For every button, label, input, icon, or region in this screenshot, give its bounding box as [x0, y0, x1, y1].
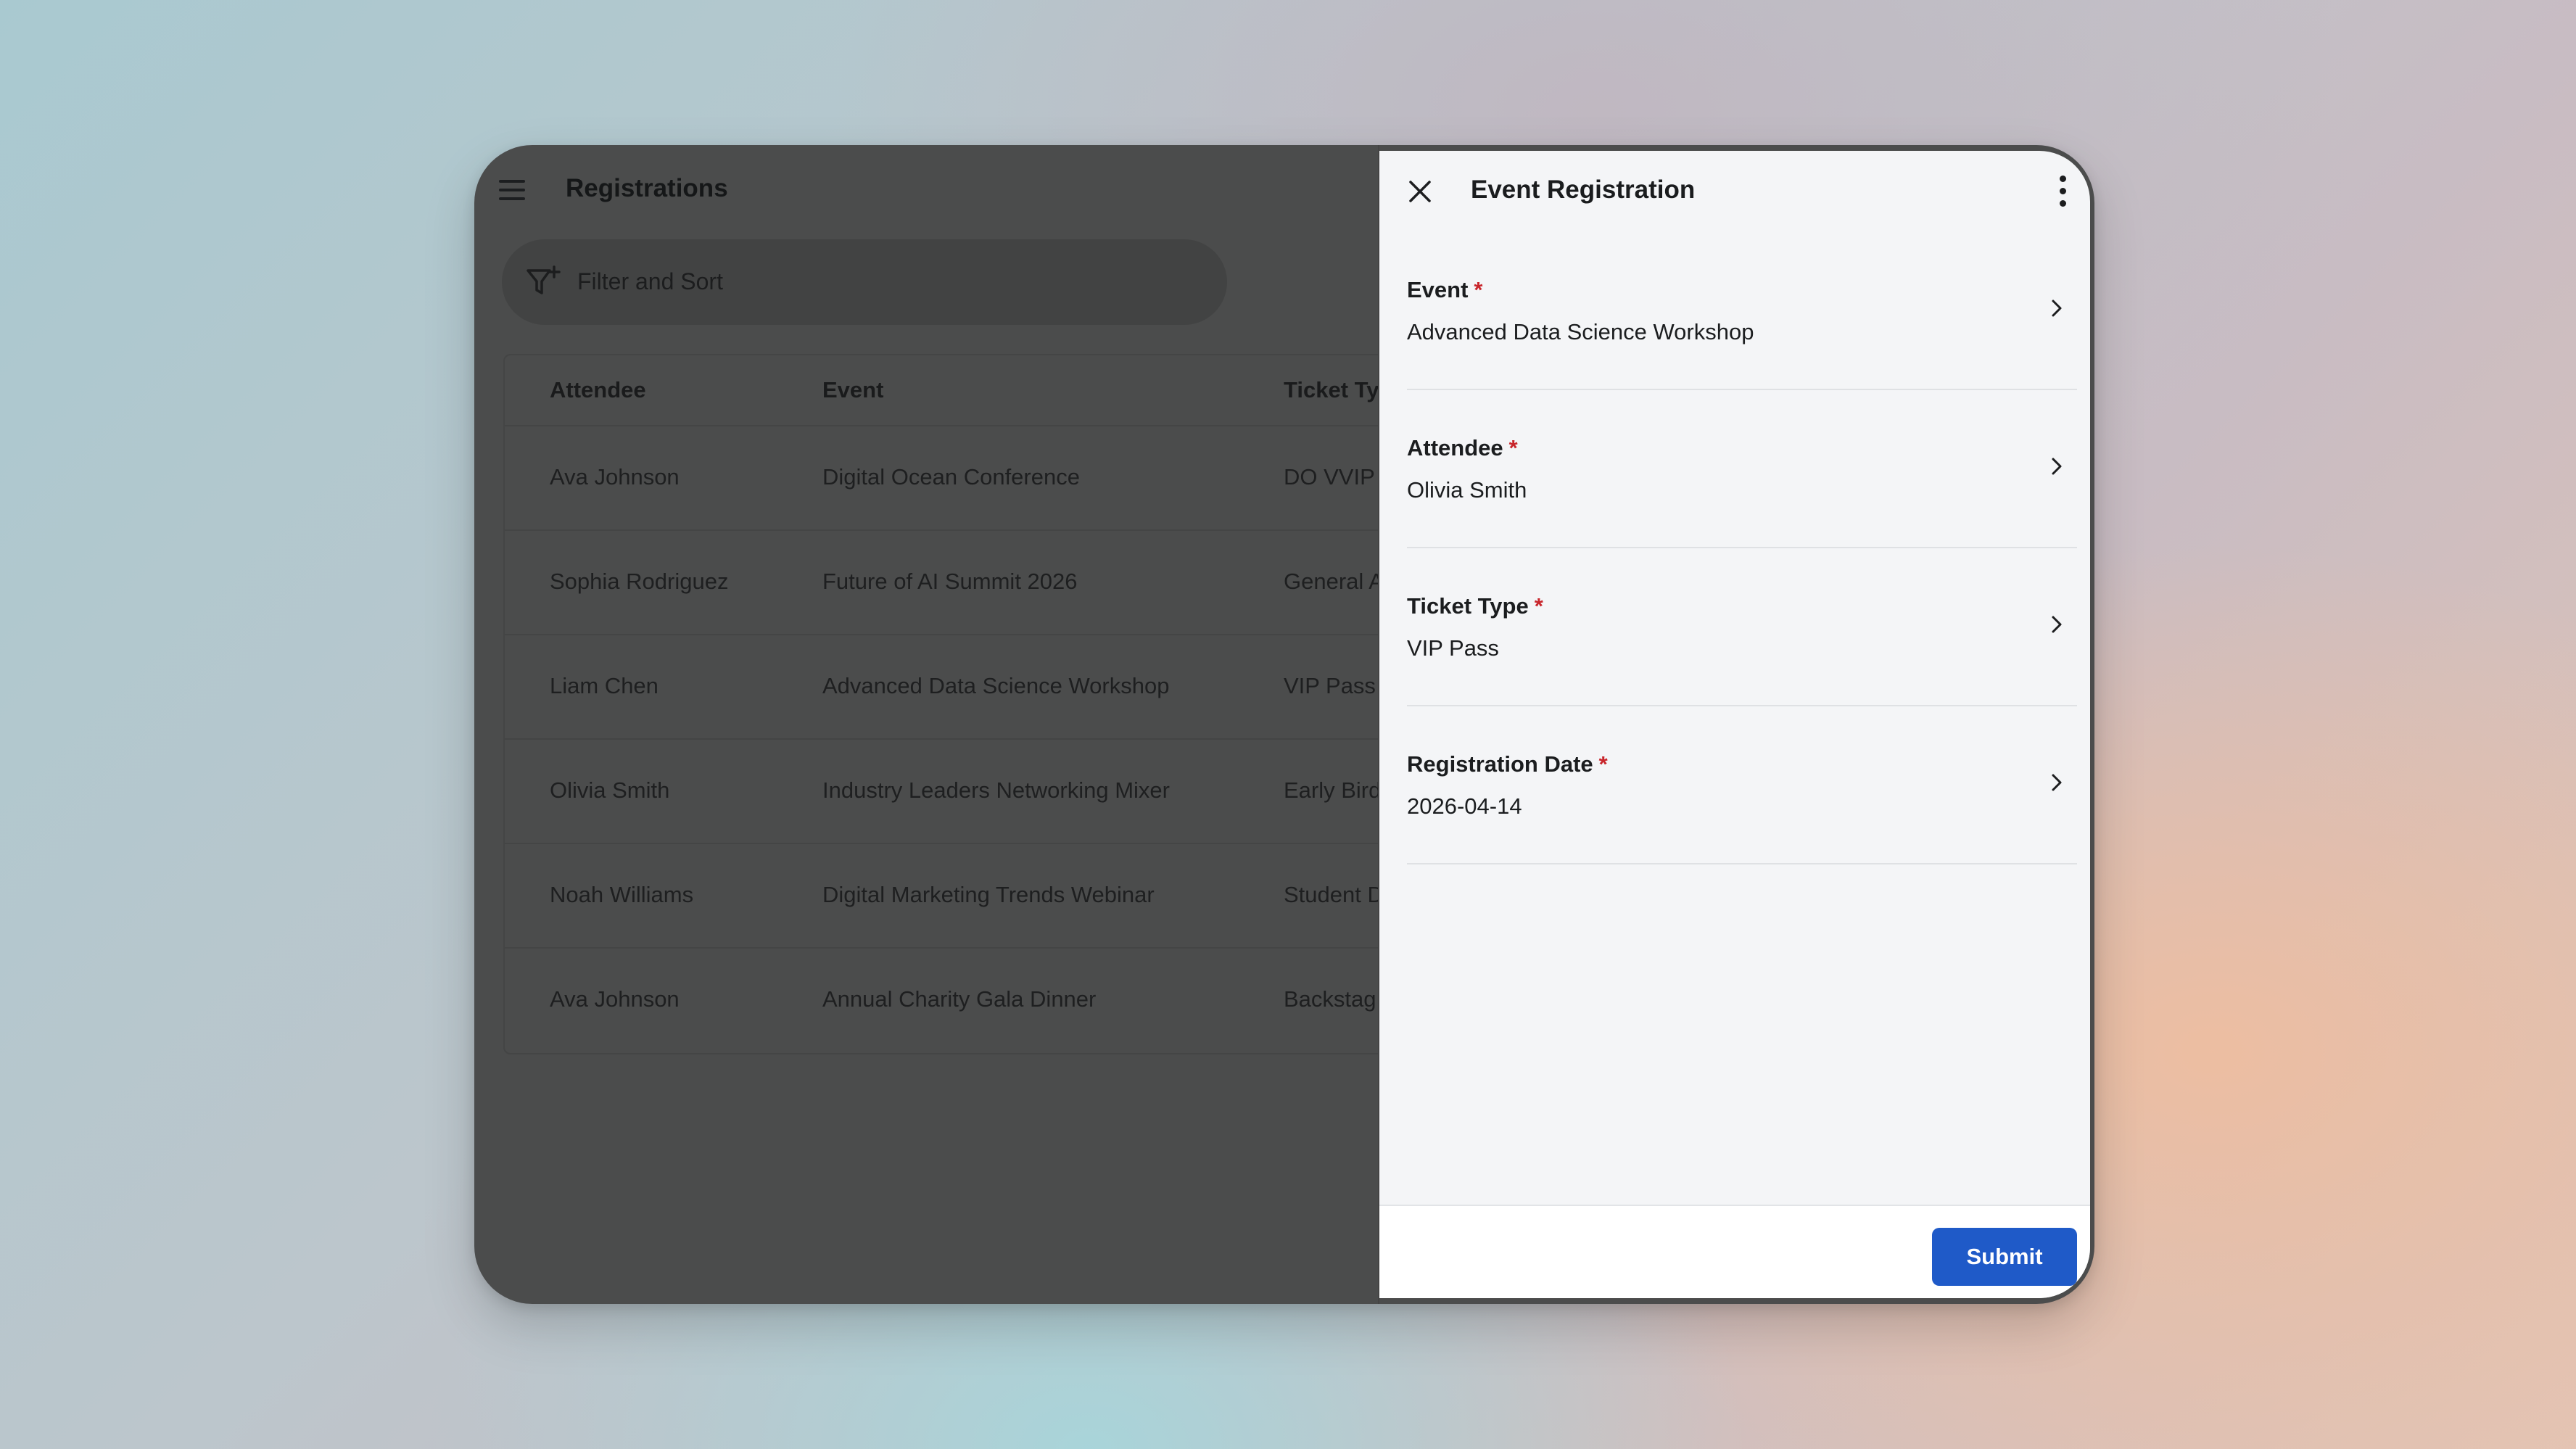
panel-title: Event Registration	[1471, 176, 1696, 204]
close-icon[interactable]	[1407, 178, 1433, 205]
required-asterisk: *	[1474, 277, 1483, 302]
event-registration-panel: Event Registration Event * Advanced Data …	[1379, 151, 2090, 1298]
field-label: Ticket Type *	[1407, 593, 1543, 619]
cell-ticket-type: Early Bird	[1284, 777, 1382, 803]
table-row[interactable]: Olivia Smith Industry Leaders Networking…	[505, 738, 1448, 844]
cell-ticket-type: Student D	[1284, 882, 1384, 907]
table-row[interactable]: Liam Chen Advanced Data Science Workshop…	[505, 634, 1448, 740]
ticket-type-field[interactable]: Ticket Type * VIP Pass	[1407, 548, 2077, 706]
table-row[interactable]: Ava Johnson Annual Charity Gala Dinner B…	[505, 947, 1448, 1052]
menu-icon[interactable]	[499, 178, 525, 202]
filter-sort-bar[interactable]: Filter and Sort	[502, 239, 1227, 325]
field-value: VIP Pass	[1407, 635, 1499, 661]
cell-event: Annual Charity Gala Dinner	[822, 986, 1097, 1012]
column-header-ticket-type[interactable]: Ticket Ty	[1284, 377, 1379, 403]
cell-ticket-type: Backstag	[1284, 986, 1376, 1012]
table-header: Attendee Event Ticket Ty	[505, 355, 1448, 426]
column-header-attendee[interactable]: Attendee	[550, 377, 646, 403]
column-header-event[interactable]: Event	[822, 377, 883, 403]
cell-ticket-type: VIP Pass	[1284, 673, 1376, 698]
app-header: Registrations	[474, 145, 1378, 239]
field-label: Event *	[1407, 277, 1483, 302]
event-field[interactable]: Event * Advanced Data Science Workshop	[1407, 232, 2077, 390]
chevron-right-icon	[2052, 774, 2062, 791]
submit-button[interactable]: Submit	[1932, 1228, 2077, 1286]
filter-sort-placeholder: Filter and Sort	[577, 268, 723, 294]
cell-ticket-type: General A	[1284, 569, 1384, 594]
chevron-right-icon	[2052, 616, 2062, 633]
cell-attendee: Olivia Smith	[550, 777, 670, 803]
filter-add-icon	[527, 265, 561, 294]
cell-event: Future of AI Summit 2026	[822, 569, 1078, 594]
panel-header: Event Registration	[1379, 151, 2090, 232]
panel-footer: Submit	[1379, 1205, 2090, 1298]
table-row[interactable]: Noah Williams Digital Marketing Trends W…	[505, 843, 1448, 949]
attendee-field[interactable]: Attendee * Olivia Smith	[1407, 390, 2077, 548]
cell-event: Industry Leaders Networking Mixer	[822, 777, 1170, 803]
field-value: Advanced Data Science Workshop	[1407, 319, 1754, 344]
app-window: Registrations Filter and Sort Attendee E…	[474, 145, 2094, 1304]
required-asterisk: *	[1534, 593, 1543, 619]
cell-attendee: Ava Johnson	[550, 464, 680, 490]
cell-attendee: Ava Johnson	[550, 986, 680, 1012]
field-label: Registration Date *	[1407, 751, 1608, 777]
cell-ticket-type: DO VVIP	[1284, 464, 1375, 490]
field-value: 2026-04-14	[1407, 793, 1522, 819]
more-vertical-icon[interactable]	[2058, 174, 2067, 209]
registrations-table: Attendee Event Ticket Ty Ava Johnson Dig…	[503, 354, 1449, 1054]
required-asterisk: *	[1508, 435, 1518, 461]
cell-event: Digital Ocean Conference	[822, 464, 1080, 490]
required-asterisk: *	[1598, 751, 1608, 777]
chevron-right-icon	[2052, 300, 2062, 317]
table-row[interactable]: Ava Johnson Digital Ocean Conference DO …	[505, 425, 1448, 531]
cell-attendee: Liam Chen	[550, 673, 659, 698]
table-row[interactable]: Sophia Rodriguez Future of AI Summit 202…	[505, 529, 1448, 635]
cell-event: Advanced Data Science Workshop	[822, 673, 1170, 698]
field-value: Olivia Smith	[1407, 477, 1527, 503]
cell-attendee: Noah Williams	[550, 882, 694, 907]
page-title: Registrations	[566, 174, 728, 202]
cell-attendee: Sophia Rodriguez	[550, 569, 729, 594]
registration-date-field[interactable]: Registration Date * 2026-04-14	[1407, 706, 2077, 864]
chevron-right-icon	[2052, 458, 2062, 475]
cell-event: Digital Marketing Trends Webinar	[822, 882, 1155, 907]
field-label: Attendee *	[1407, 435, 1518, 461]
